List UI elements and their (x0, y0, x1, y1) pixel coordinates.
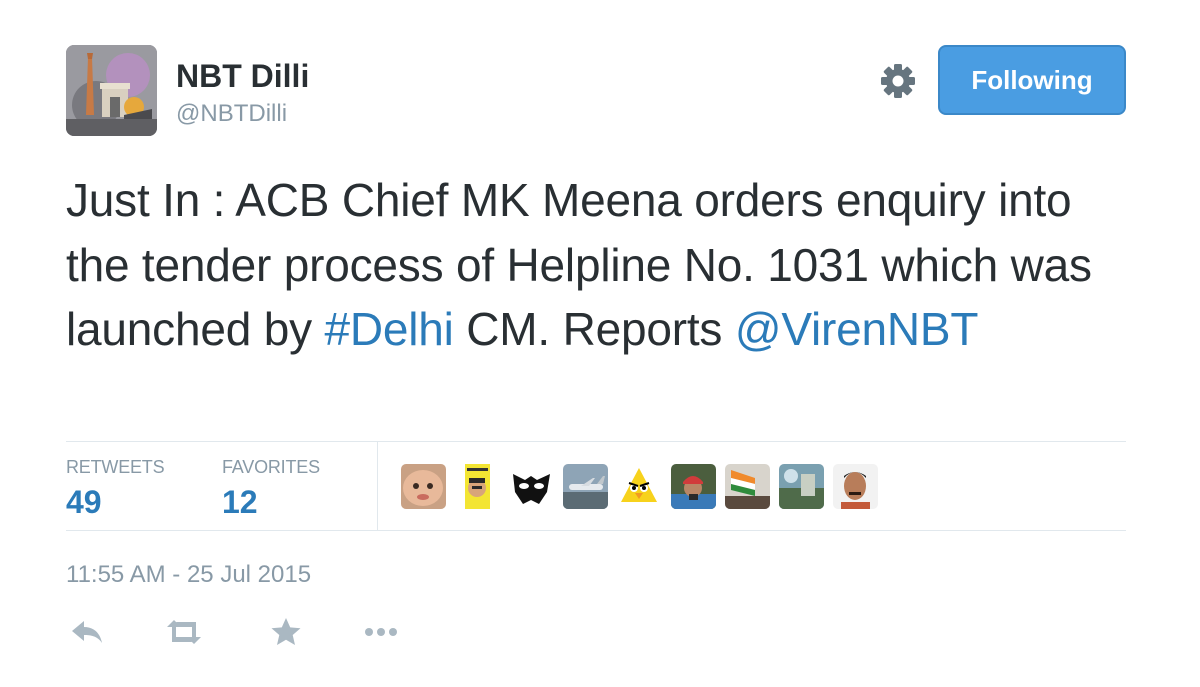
reply-icon[interactable] (68, 615, 108, 649)
angry-bird-avatar[interactable] (617, 464, 662, 509)
retweets-label: RETWEETS (66, 457, 165, 477)
tweet-timestamp[interactable]: 11:55 AM - 25 Jul 2015 (66, 561, 311, 589)
retweets-count: 49 (66, 484, 102, 520)
tweet-text: Just In : ACB Chief MK Meena orders enqu… (66, 168, 1146, 362)
retweets-stat[interactable]: RETWEETS 49 (66, 457, 165, 521)
man-portrait-avatar[interactable] (833, 464, 878, 509)
black-mask-avatar[interactable] (509, 464, 554, 509)
hashtag-link[interactable]: #Delhi (324, 303, 453, 355)
mention-link[interactable]: @VirenNBT (735, 303, 979, 355)
author-handle[interactable]: @NBTDilli (176, 100, 287, 128)
tweet-text-part: CM. Reports (453, 303, 735, 355)
author-avatar[interactable] (66, 45, 157, 136)
following-button[interactable]: Following (938, 45, 1126, 115)
favorites-label: FAVORITES (222, 457, 320, 477)
favoriters-list (401, 464, 878, 509)
favorites-count: 12 (222, 484, 258, 520)
more-icon[interactable] (361, 615, 401, 649)
author-name[interactable]: NBT Dilli (176, 58, 309, 95)
indian-flag-crowd-avatar[interactable] (725, 464, 770, 509)
yellow-caricature-avatar[interactable] (455, 464, 500, 509)
baby-face-avatar[interactable] (401, 464, 446, 509)
favorites-stat[interactable]: FAVORITES 12 (222, 457, 320, 521)
divider (66, 530, 1126, 531)
nature-photo-avatar[interactable] (779, 464, 824, 509)
gear-icon[interactable] (879, 62, 917, 100)
retweet-icon[interactable] (164, 615, 204, 649)
man-in-turban-avatar[interactable] (671, 464, 716, 509)
favorite-icon[interactable] (266, 615, 306, 649)
divider (66, 441, 1126, 442)
airplane-avatar[interactable] (563, 464, 608, 509)
divider (377, 441, 378, 530)
